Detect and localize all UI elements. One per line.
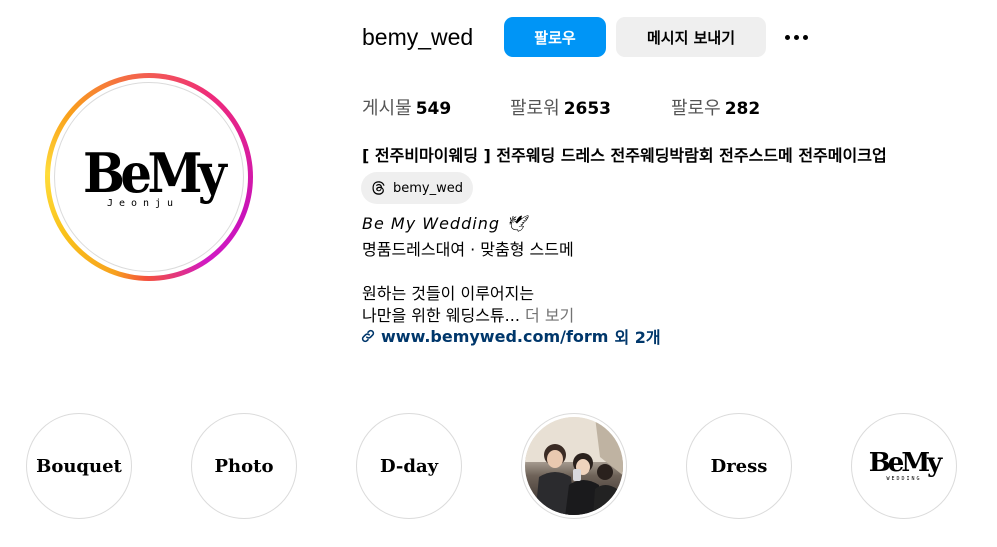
- highlight-label: D-day: [379, 455, 439, 477]
- dot: [784, 34, 790, 40]
- threads-badge[interactable]: bemy_wed: [361, 172, 473, 204]
- dot: [793, 34, 799, 40]
- more-button[interactable]: 더 보기: [525, 306, 574, 325]
- followers-label: 팔로워: [510, 98, 560, 119]
- link-url[interactable]: www.bemywed.com/form: [381, 327, 608, 346]
- posts-label: 게시물: [362, 98, 412, 119]
- highlight-bouquet[interactable]: Bouquet: [26, 413, 132, 519]
- message-button[interactable]: 메시지 보내기: [616, 17, 766, 57]
- highlight-logo-subtext: WEDDING: [886, 476, 922, 482]
- bio-line-2: 명품드레스대여 · 맞춤형 스드메: [362, 240, 574, 259]
- highlight-label: Photo: [214, 455, 274, 477]
- threads-icon: [371, 180, 387, 196]
- follow-button[interactable]: 팔로우: [504, 17, 606, 57]
- threads-handle: bemy_wed: [393, 180, 463, 196]
- highlight-bemy-logo[interactable]: BeMy WEDDING: [851, 413, 957, 519]
- highlight-dress[interactable]: Dress: [686, 413, 792, 519]
- link-icon: [361, 329, 375, 343]
- highlight-label: Bouquet: [36, 455, 122, 477]
- followers-stat[interactable]: 팔로워 2653: [510, 94, 611, 120]
- highlight-image: [525, 417, 623, 515]
- highlight-logo-text: BeMy: [868, 448, 942, 478]
- bio-line-1: Be My Wedding 🕊: [362, 214, 528, 233]
- followers-count: 2653: [563, 99, 612, 119]
- profile-full-name: [ 전주비마이웨딩 ] 전주웨딩 드레스 전주웨딩박람회 전주스드메 전주메이크…: [362, 146, 887, 165]
- bio-line-3: 원하는 것들이 이루어지는: [362, 284, 535, 303]
- profile-avatar[interactable]: BeMy Jeonju: [45, 73, 253, 281]
- more-options-icon[interactable]: [778, 22, 814, 52]
- avatar-logo-text: BeMy: [83, 140, 227, 205]
- following-stat[interactable]: 팔로우 282: [671, 94, 760, 120]
- dot: [802, 34, 808, 40]
- following-count: 282: [724, 99, 761, 119]
- highlight-label: Dress: [710, 455, 768, 477]
- posts-count: 549: [415, 99, 452, 119]
- external-link[interactable]: www.bemywed.com/form 외 2개: [361, 324, 661, 348]
- bio-line-4: 나만을 위한 웨딩스튜...: [362, 306, 520, 325]
- username: bemy_wed: [362, 24, 474, 50]
- avatar-logo: BeMy Jeonju: [54, 82, 244, 272]
- highlight-logo: BeMy WEDDING: [868, 448, 942, 482]
- highlight-dday[interactable]: D-day: [356, 413, 462, 519]
- avatar-ring-inner: BeMy Jeonju: [50, 78, 248, 276]
- highlight-photo-image[interactable]: [521, 413, 627, 519]
- following-label: 팔로우: [671, 98, 721, 119]
- bio-line-4-row: 나만을 위한 웨딩스튜... 더 보기: [362, 302, 574, 326]
- link-extra[interactable]: 외 2개: [614, 324, 660, 348]
- posts-stat: 게시물 549: [362, 94, 451, 120]
- highlight-photo[interactable]: Photo: [191, 413, 297, 519]
